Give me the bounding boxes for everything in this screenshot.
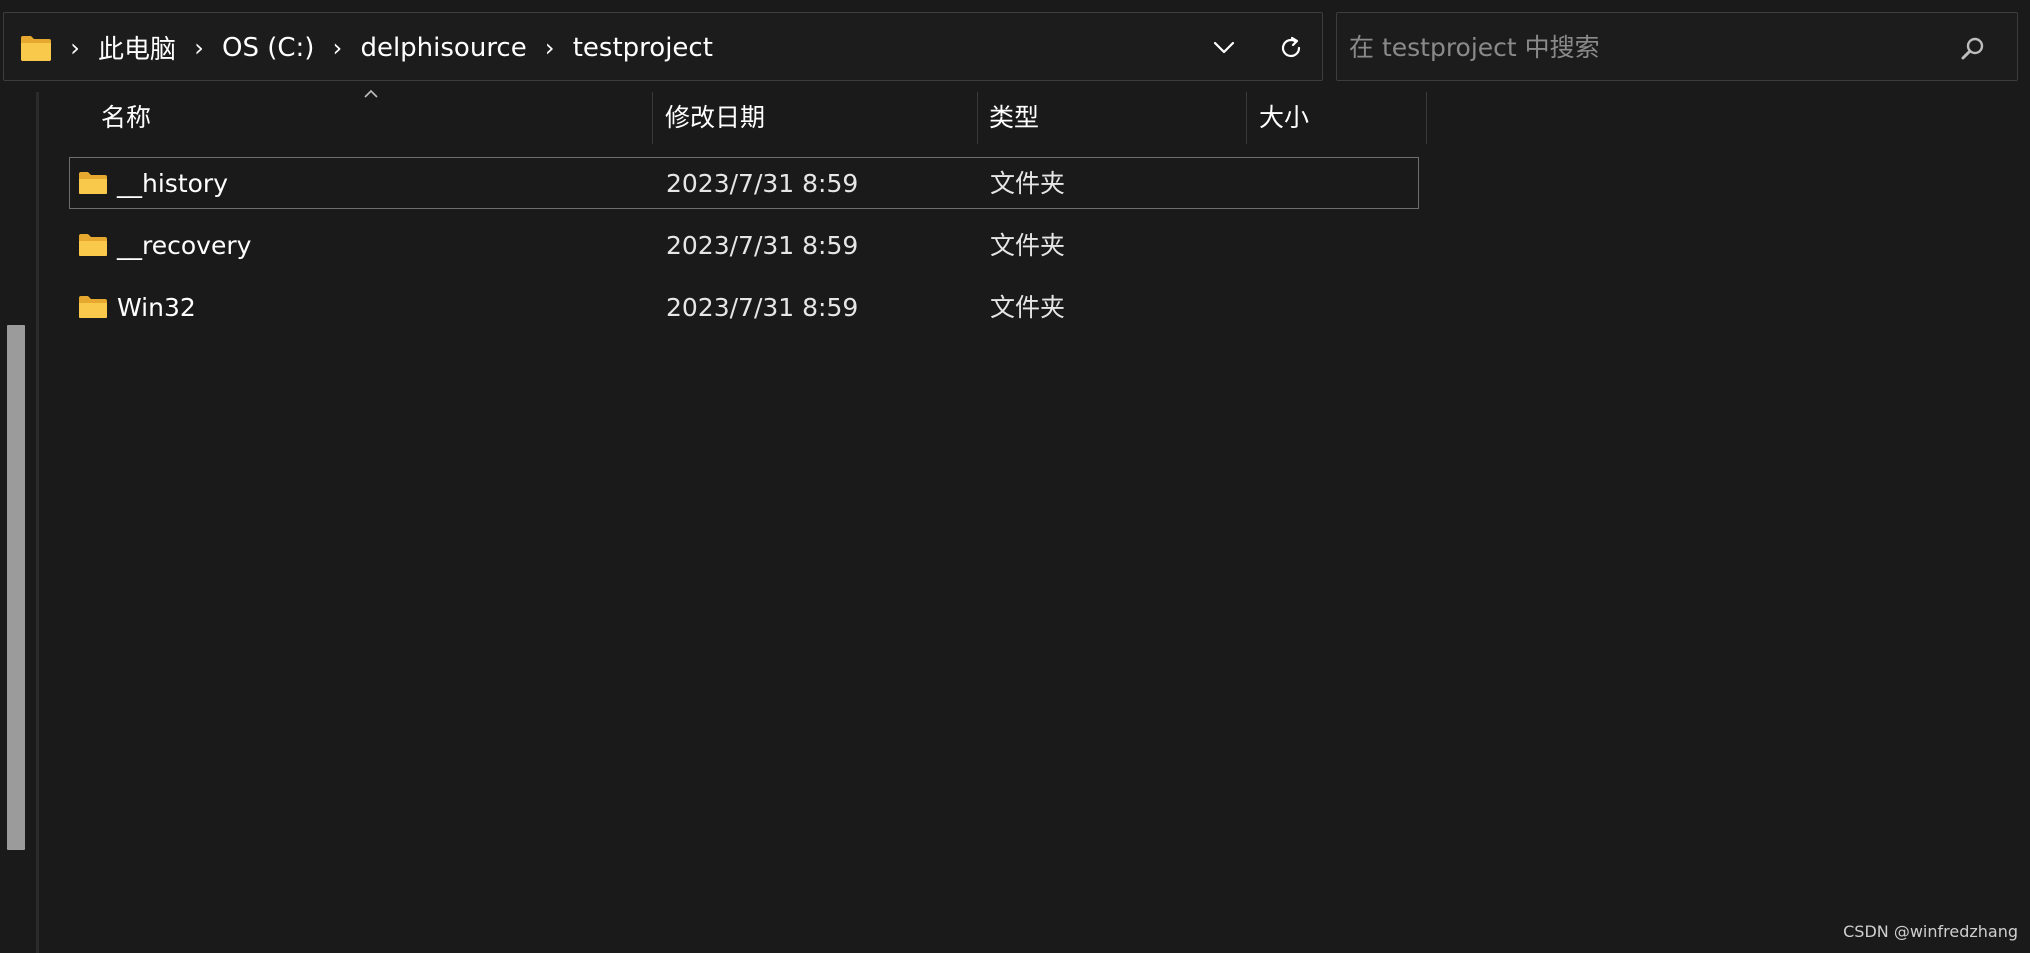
watermark: CSDN @winfredzhang: [1843, 922, 2018, 941]
file-name[interactable]: __history: [117, 158, 228, 210]
file-type: 文件夹: [990, 169, 1066, 198]
breadcrumb-chevron-icon[interactable]: ›: [62, 34, 88, 62]
file-modified-date: 2023/7/31 8:59: [666, 293, 859, 322]
folder-icon: [21, 36, 51, 61]
column-header-name[interactable]: 名称: [101, 92, 151, 144]
file-row-win32[interactable]: Win32 2023/7/31 8:59 文件夹: [69, 281, 1419, 333]
folder-icon: [79, 234, 107, 256]
search-box[interactable]: 在 testproject 中搜索: [1336, 12, 2018, 81]
file-modified-date: 2023/7/31 8:59: [666, 169, 859, 198]
file-type: 文件夹: [990, 231, 1066, 260]
column-header-modified[interactable]: 修改日期: [665, 92, 765, 144]
chevron-down-icon: [1213, 41, 1235, 54]
column-header-type[interactable]: 类型: [989, 92, 1039, 144]
column-separator[interactable]: [652, 92, 653, 144]
search-input[interactable]: 在 testproject 中搜索: [1349, 13, 1600, 82]
file-type: 文件夹: [990, 293, 1066, 322]
column-header-size[interactable]: 大小: [1259, 92, 1309, 144]
address-dropdown-button[interactable]: [1199, 33, 1249, 63]
column-separator[interactable]: [1426, 92, 1427, 144]
refresh-button[interactable]: [1266, 30, 1316, 66]
sort-ascending-icon: [364, 89, 378, 98]
breadcrumb-chevron-icon[interactable]: ›: [186, 34, 212, 62]
refresh-icon: [1281, 36, 1301, 58]
file-row-history[interactable]: __history 2023/7/31 8:59 文件夹: [69, 157, 1419, 209]
pane-divider[interactable]: [36, 92, 39, 953]
breadcrumb-item-testproject[interactable]: testproject: [563, 33, 723, 63]
breadcrumb-chevron-icon[interactable]: ›: [324, 34, 350, 62]
breadcrumb-item-os-drive[interactable]: OS (C:): [212, 33, 324, 63]
file-modified-date: 2023/7/31 8:59: [666, 231, 859, 260]
breadcrumb-chevron-icon[interactable]: ›: [537, 34, 563, 62]
file-name[interactable]: __recovery: [117, 220, 251, 272]
address-bar[interactable]: › 此电脑 › OS (C:) › delphisource › testpro…: [3, 12, 1323, 81]
breadcrumb: › 此电脑 › OS (C:) › delphisource › testpro…: [62, 13, 723, 82]
breadcrumb-item-this-pc[interactable]: 此电脑: [88, 29, 186, 66]
search-icon[interactable]: [1959, 35, 1987, 63]
column-separator[interactable]: [977, 92, 978, 144]
folder-icon: [79, 172, 107, 194]
breadcrumb-item-delphisource[interactable]: delphisource: [350, 33, 536, 63]
column-separator[interactable]: [1246, 92, 1247, 144]
navigation-pane-scrollbar[interactable]: [7, 325, 25, 850]
file-name[interactable]: Win32: [117, 282, 196, 334]
file-row-recovery[interactable]: __recovery 2023/7/31 8:59 文件夹: [69, 219, 1419, 271]
folder-icon: [79, 296, 107, 318]
